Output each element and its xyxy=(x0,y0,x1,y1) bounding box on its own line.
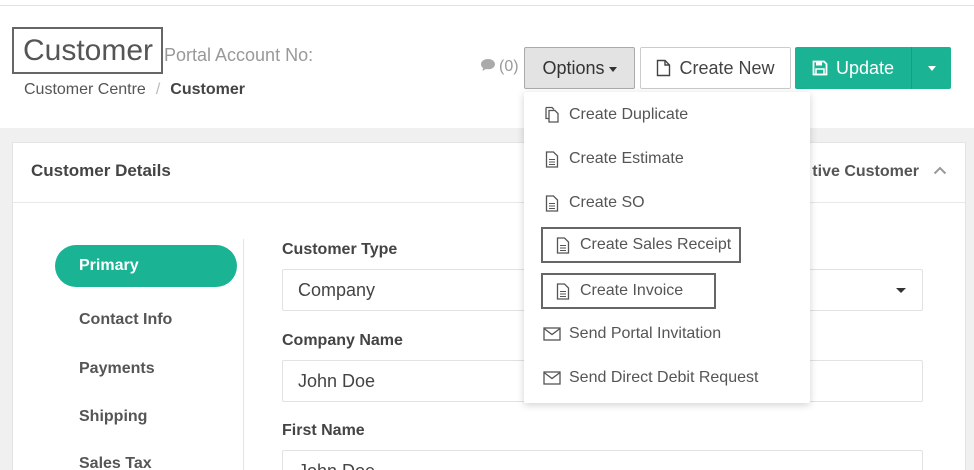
options-button[interactable]: Options xyxy=(524,47,635,89)
breadcrumb-customer-centre[interactable]: Customer Centre xyxy=(24,81,146,98)
options-label: Options xyxy=(542,57,605,78)
options-dropdown-menu: Create Duplicate Create Estimate Create … xyxy=(524,92,810,403)
nav-item-primary[interactable]: Primary xyxy=(55,245,237,287)
nav-item-sales-tax[interactable]: Sales Tax xyxy=(55,443,237,470)
nav-item-shipping[interactable]: Shipping xyxy=(55,396,237,438)
menu-item-create-duplicate[interactable]: Create Duplicate xyxy=(541,97,793,133)
panel-title: Customer Details xyxy=(31,161,171,180)
first-name-input[interactable]: John Doe xyxy=(282,450,923,470)
menu-item-label: Create Duplicate xyxy=(569,106,689,123)
file-icon xyxy=(656,59,671,77)
chevron-down-icon xyxy=(927,65,936,71)
document-icon xyxy=(552,282,574,300)
update-label: Update xyxy=(835,57,895,78)
document-icon xyxy=(552,236,574,254)
chevron-down-icon xyxy=(608,66,617,72)
menu-item-send-portal-invitation[interactable]: Send Portal Invitation xyxy=(541,316,793,352)
nav-item-payments[interactable]: Payments xyxy=(55,348,237,390)
duplicate-icon xyxy=(541,106,563,124)
menu-item-label: Send Direct Debit Request xyxy=(569,369,759,386)
menu-item-label: Create Estimate xyxy=(569,150,684,167)
document-icon xyxy=(541,150,563,168)
customer-type-label: Customer Type xyxy=(282,241,398,258)
company-name-label: Company Name xyxy=(282,332,403,349)
save-icon xyxy=(812,60,828,76)
customer-details-panel: Customer Details tive Customer Primary C… xyxy=(12,142,966,470)
menu-item-label: Create Sales Receipt xyxy=(580,236,732,253)
page-header: Customer Portal Account No: Customer Cen… xyxy=(0,6,974,128)
portal-account-label: Portal Account No: xyxy=(164,45,314,65)
chevron-up-icon[interactable] xyxy=(933,165,947,175)
menu-item-label: Create SO xyxy=(569,194,645,211)
breadcrumb-current: Customer xyxy=(170,81,245,98)
panel-header: Customer Details tive Customer xyxy=(13,143,965,203)
comments-count: (0) xyxy=(499,58,519,75)
chevron-down-icon xyxy=(896,288,906,293)
menu-item-create-estimate[interactable]: Create Estimate xyxy=(541,141,793,177)
nav-divider xyxy=(243,239,244,470)
create-new-label: Create New xyxy=(679,57,775,78)
comment-icon xyxy=(480,58,496,77)
comments-link[interactable]: (0) xyxy=(480,58,519,77)
envelope-icon xyxy=(541,371,563,385)
breadcrumb-separator: / xyxy=(155,81,161,98)
menu-item-send-direct-debit-request[interactable]: Send Direct Debit Request xyxy=(541,360,793,396)
menu-item-label: Create Invoice xyxy=(580,282,684,299)
envelope-icon xyxy=(541,327,563,341)
first-name-label: First Name xyxy=(282,422,365,439)
customer-type-value: Company xyxy=(298,280,376,300)
breadcrumb: Customer Centre / Customer xyxy=(24,81,245,99)
menu-item-label: Send Portal Invitation xyxy=(569,325,722,342)
create-new-button[interactable]: Create New xyxy=(640,47,791,89)
update-button[interactable]: Update xyxy=(795,47,911,89)
menu-item-create-sales-receipt[interactable]: Create Sales Receipt xyxy=(541,227,741,263)
menu-item-create-invoice[interactable]: Create Invoice xyxy=(541,273,716,309)
page-title: Customer xyxy=(12,27,163,74)
menu-item-create-so[interactable]: Create SO xyxy=(541,185,793,221)
customer-status: tive Customer xyxy=(812,163,919,180)
document-icon xyxy=(541,194,563,212)
nav-item-contact-info[interactable]: Contact Info xyxy=(55,299,237,341)
update-dropdown-toggle[interactable] xyxy=(911,47,951,89)
